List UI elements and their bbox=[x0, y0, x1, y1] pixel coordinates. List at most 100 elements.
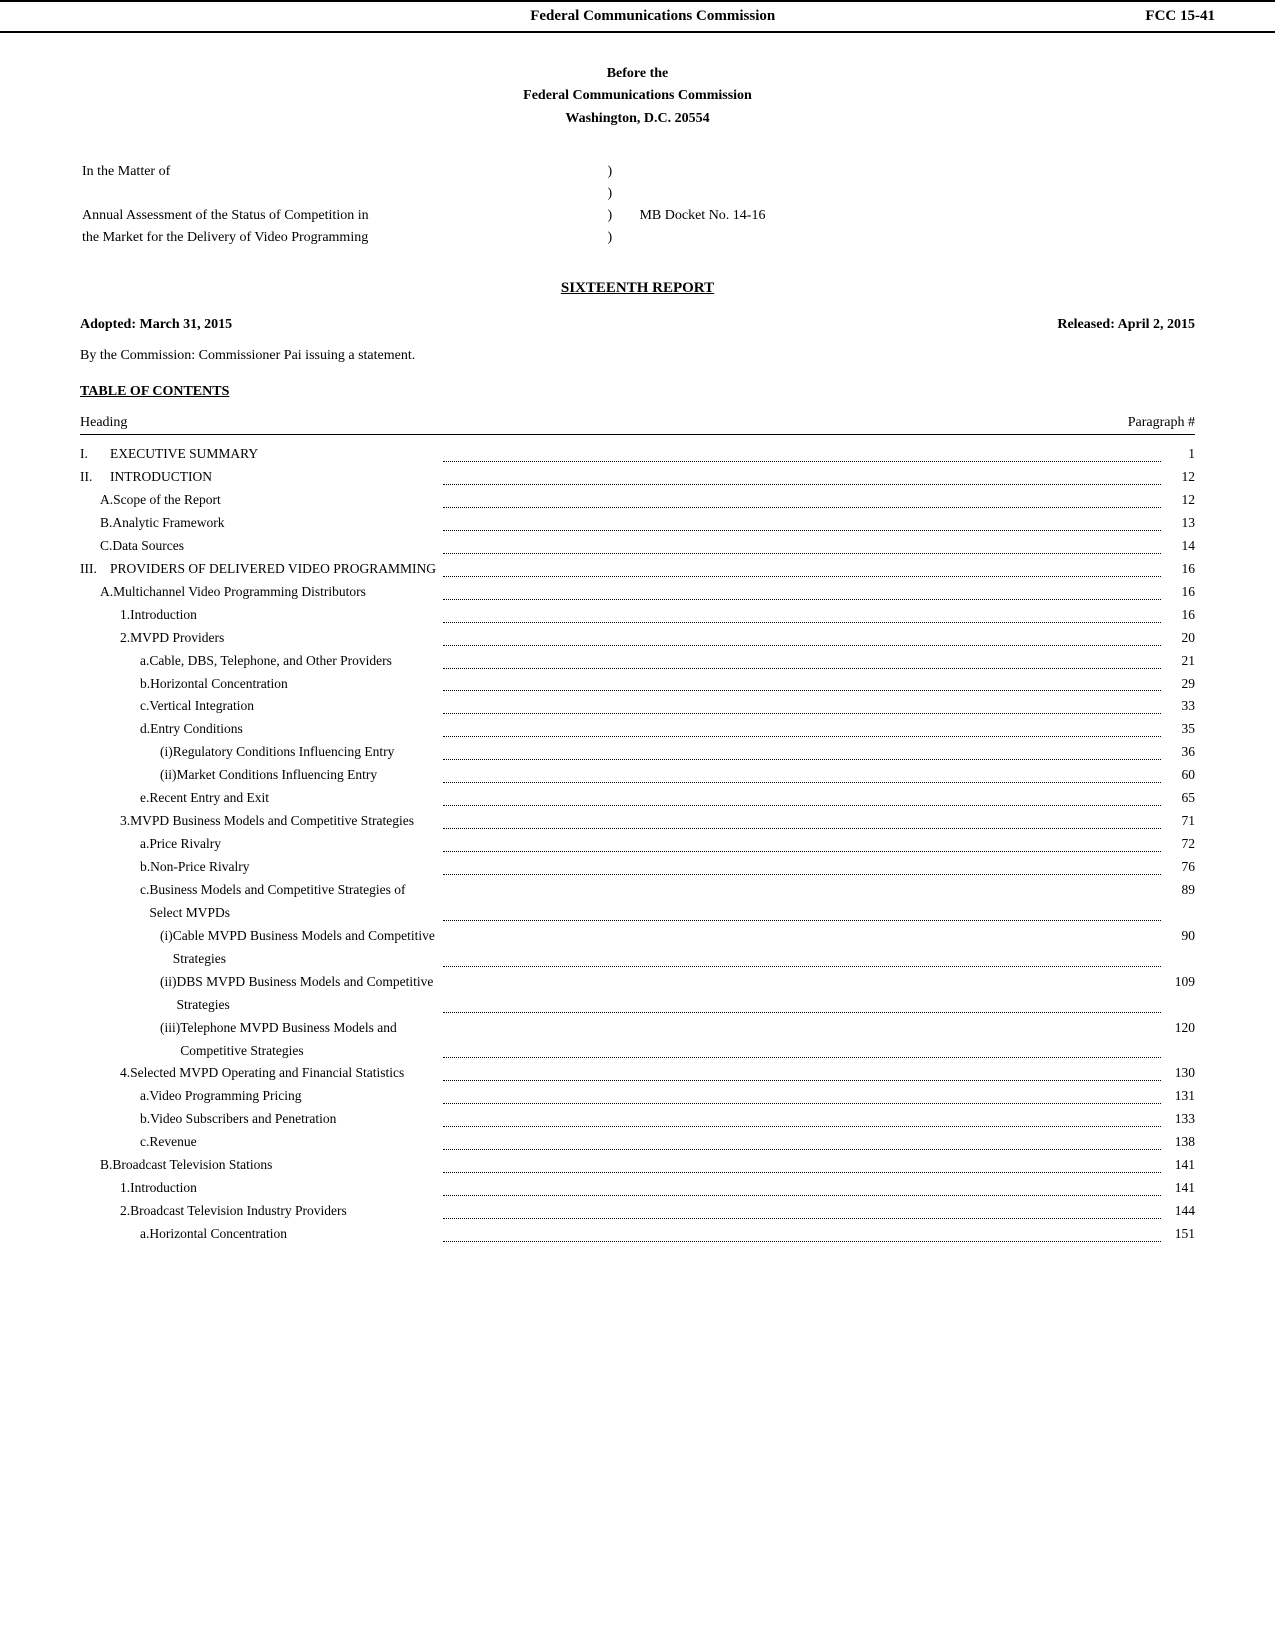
report-title: SIXTEENTH REPORT bbox=[80, 280, 1195, 297]
toc-num: B. bbox=[80, 512, 112, 535]
toc-page: 21 bbox=[1165, 650, 1195, 673]
toc-page: 36 bbox=[1165, 741, 1195, 764]
before-line3: Washington, D.C. 20554 bbox=[80, 108, 1195, 130]
toc-entry: 3. MVPD Business Models and Competitive … bbox=[80, 810, 1195, 833]
by-commission: By the Commission: Commissioner Pai issu… bbox=[80, 348, 1195, 364]
toc-page: 71 bbox=[1165, 810, 1195, 833]
toc-paragraph-label: Paragraph # bbox=[1128, 415, 1195, 431]
toc-entry: (ii) Market Conditions Influencing Entry… bbox=[80, 764, 1195, 787]
toc-list: I. EXECUTIVE SUMMARY 1 II. INTRODUCTION … bbox=[80, 443, 1195, 1246]
toc-num: 3. bbox=[80, 810, 130, 833]
page: Federal Communications Commission FCC 15… bbox=[0, 0, 1275, 1650]
toc-page: 33 bbox=[1165, 695, 1195, 718]
toc-text: PROVIDERS OF DELIVERED VIDEO PROGRAMMING bbox=[110, 558, 439, 581]
toc-page: 144 bbox=[1165, 1200, 1195, 1223]
toc-entry: 1. Introduction 16 bbox=[80, 604, 1195, 627]
matter-right-empty3 bbox=[639, 228, 1193, 248]
toc-num: (ii) bbox=[80, 971, 177, 994]
toc-num: c. bbox=[80, 695, 149, 718]
toc-text: Analytic Framework bbox=[112, 512, 439, 535]
toc-text: Horizontal Concentration bbox=[150, 673, 439, 696]
toc-text: Regulatory Conditions Influencing Entry bbox=[173, 741, 439, 764]
toc-page: 12 bbox=[1165, 489, 1195, 512]
matter-paren4: ) bbox=[582, 228, 637, 248]
toc-heading-row: Heading Paragraph # bbox=[80, 415, 1195, 435]
toc-page: 109 bbox=[1165, 971, 1195, 994]
toc-text: Broadcast Television Industry Providers bbox=[130, 1200, 439, 1223]
toc-num: 1. bbox=[80, 1177, 130, 1200]
header-doc-id: FCC 15-41 bbox=[1145, 8, 1215, 25]
toc-text: Recent Entry and Exit bbox=[149, 787, 439, 810]
toc-page: 138 bbox=[1165, 1131, 1195, 1154]
before-line1: Before the bbox=[80, 63, 1195, 85]
toc-entry: (i) Cable MVPD Business Models and Compe… bbox=[80, 925, 1195, 971]
toc-text: EXECUTIVE SUMMARY bbox=[110, 443, 439, 466]
matter-in-matter: In the Matter of bbox=[82, 162, 580, 182]
toc-page: 90 bbox=[1165, 925, 1195, 948]
toc-text: Selected MVPD Operating and Financial St… bbox=[130, 1062, 439, 1085]
toc-num: b. bbox=[80, 1108, 150, 1131]
toc-entry: c. Vertical Integration 33 bbox=[80, 695, 1195, 718]
header-title: Federal Communications Commission bbox=[160, 8, 1145, 25]
matter-docket: MB Docket No. 14-16 bbox=[639, 206, 1193, 226]
toc-page: 12 bbox=[1165, 466, 1195, 489]
toc-num: 1. bbox=[80, 604, 130, 627]
toc-page: 76 bbox=[1165, 856, 1195, 879]
toc-page: 20 bbox=[1165, 627, 1195, 650]
toc-text: Business Models and Competitive Strategi… bbox=[149, 879, 439, 925]
toc-page: 16 bbox=[1165, 581, 1195, 604]
toc-num: a. bbox=[80, 1085, 149, 1108]
toc-num: 2. bbox=[80, 1200, 130, 1223]
toc-num: (i) bbox=[80, 741, 173, 764]
toc-num: 4. bbox=[80, 1062, 130, 1085]
toc-page: 133 bbox=[1165, 1108, 1195, 1131]
toc-num: a. bbox=[80, 650, 149, 673]
toc-text: Introduction bbox=[130, 1177, 439, 1200]
toc-text: Cable, DBS, Telephone, and Other Provide… bbox=[149, 650, 439, 673]
matter-description2: the Market for the Delivery of Video Pro… bbox=[82, 228, 580, 248]
toc-text: MVPD Providers bbox=[130, 627, 439, 650]
adopted-label: Adopted: March 31, 2015 bbox=[80, 317, 232, 333]
toc-num: c. bbox=[80, 879, 149, 902]
toc-text: MVPD Business Models and Competitive Str… bbox=[130, 810, 439, 833]
toc-page: 29 bbox=[1165, 673, 1195, 696]
toc-entry: (i) Regulatory Conditions Influencing En… bbox=[80, 741, 1195, 764]
toc-num: A. bbox=[80, 489, 113, 512]
toc-text: Video Subscribers and Penetration bbox=[150, 1108, 439, 1131]
toc-entry: A. Multichannel Video Programming Distri… bbox=[80, 581, 1195, 604]
toc-entry: (iii) Telephone MVPD Business Models and… bbox=[80, 1017, 1195, 1063]
toc-entry: c. Business Models and Competitive Strat… bbox=[80, 879, 1195, 925]
toc-num: A. bbox=[80, 581, 113, 604]
toc-num: II. bbox=[80, 466, 110, 489]
toc-text: Horizontal Concentration bbox=[149, 1223, 439, 1246]
toc-page: 16 bbox=[1165, 558, 1195, 581]
toc-entry: II. INTRODUCTION 12 bbox=[80, 466, 1195, 489]
header-bar: Federal Communications Commission FCC 15… bbox=[0, 0, 1275, 33]
toc-entry: 4. Selected MVPD Operating and Financial… bbox=[80, 1062, 1195, 1085]
before-section: Before the Federal Communications Commis… bbox=[80, 63, 1195, 130]
toc-text: Non-Price Rivalry bbox=[150, 856, 439, 879]
toc-entry: B. Analytic Framework 13 bbox=[80, 512, 1195, 535]
before-line2: Federal Communications Commission bbox=[80, 85, 1195, 107]
toc-entry: 2. Broadcast Television Industry Provide… bbox=[80, 1200, 1195, 1223]
toc-text: Entry Conditions bbox=[150, 718, 439, 741]
toc-entry: C. Data Sources 14 bbox=[80, 535, 1195, 558]
toc-text: Broadcast Television Stations bbox=[112, 1154, 439, 1177]
toc-entry: I. EXECUTIVE SUMMARY 1 bbox=[80, 443, 1195, 466]
toc-page: 35 bbox=[1165, 718, 1195, 741]
toc-entry: b. Non-Price Rivalry 76 bbox=[80, 856, 1195, 879]
matter-description1: Annual Assessment of the Status of Compe… bbox=[82, 206, 580, 226]
toc-num: III. bbox=[80, 558, 110, 581]
toc-num: e. bbox=[80, 787, 149, 810]
toc-page: 14 bbox=[1165, 535, 1195, 558]
toc-page: 16 bbox=[1165, 604, 1195, 627]
toc-page: 141 bbox=[1165, 1177, 1195, 1200]
toc-text: Video Programming Pricing bbox=[149, 1085, 439, 1108]
matter-right-empty bbox=[639, 162, 1193, 182]
toc-num: a. bbox=[80, 833, 149, 856]
toc-text: Price Rivalry bbox=[149, 833, 439, 856]
toc-entry: 1. Introduction 141 bbox=[80, 1177, 1195, 1200]
matter-paren-empty bbox=[82, 184, 580, 204]
toc-title: TABLE OF CONTENTS bbox=[80, 384, 1195, 400]
toc-page: 120 bbox=[1165, 1017, 1195, 1040]
